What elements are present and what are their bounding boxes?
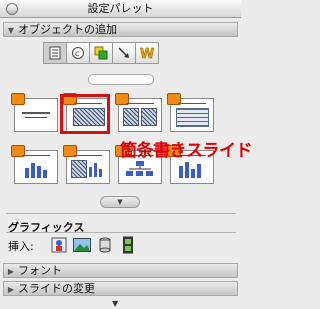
movie-button[interactable] — [119, 236, 137, 254]
layout-thumb-title[interactable] — [11, 93, 58, 132]
shapes-tool-button[interactable] — [90, 42, 113, 64]
svg-text:c: c — [75, 49, 79, 58]
layout-thumb-text-and-chart[interactable] — [63, 145, 110, 184]
title-bar: 設定パレット — [0, 0, 241, 18]
annotation-callout: 箇条書きスライド — [120, 141, 253, 161]
section-object-add-label: オブジェクトの追加 — [18, 23, 117, 36]
movie-icon — [123, 236, 133, 254]
picture-button[interactable] — [73, 236, 91, 254]
section-slide-change[interactable]: ▶ スライドの変更 — [3, 281, 238, 296]
layout-icon — [49, 46, 61, 60]
copyright-icon: c — [72, 47, 84, 59]
window-title: 設定パレット — [87, 2, 154, 15]
layout-tool-button[interactable] — [43, 42, 67, 64]
layout-scroll-down[interactable]: ▼ — [100, 196, 140, 208]
selected-layout-highlight — [60, 94, 110, 134]
section-slide-change-label: スライドの変更 — [18, 282, 95, 295]
arrow-icon — [118, 47, 129, 58]
layout-thumb-two-column[interactable] — [115, 93, 162, 132]
layout-thumb-table[interactable] — [167, 93, 214, 132]
insert-icons — [50, 236, 137, 254]
wordart-tool-button[interactable]: W — [136, 42, 159, 64]
section-font-label: フォント — [18, 264, 62, 277]
picture-icon — [73, 238, 91, 252]
layout-thumb-chart[interactable] — [11, 145, 58, 184]
layout-scroll-up[interactable] — [88, 74, 154, 85]
disclosure-right-icon[interactable]: ▶ — [4, 265, 18, 278]
disclosure-down-icon[interactable]: ▼ — [4, 24, 18, 37]
section-object-add[interactable]: ▼ オブジェクトの追加 — [3, 22, 238, 37]
svg-text:W: W — [140, 47, 154, 60]
clip-art-button[interactable] — [50, 236, 68, 254]
scroll-more-down-icon[interactable]: ▼ — [112, 299, 118, 308]
arrow-tool-button[interactable] — [113, 42, 136, 64]
shapes-icon — [94, 46, 108, 60]
divider — [6, 213, 236, 214]
copyright-tool-button[interactable]: c — [67, 42, 90, 64]
layout-marker-icon — [11, 93, 25, 105]
shape-icon — [99, 237, 111, 253]
shape-button[interactable] — [96, 236, 114, 254]
divider — [6, 232, 236, 233]
clip-art-icon — [51, 237, 67, 253]
section-font[interactable]: ▶ フォント — [3, 263, 238, 278]
insert-label: 挿入: — [8, 240, 34, 253]
close-button[interactable] — [6, 3, 18, 15]
disclosure-right-icon[interactable]: ▶ — [4, 283, 18, 296]
wordart-icon: W — [140, 47, 154, 60]
object-toolbar: c W — [43, 42, 159, 64]
